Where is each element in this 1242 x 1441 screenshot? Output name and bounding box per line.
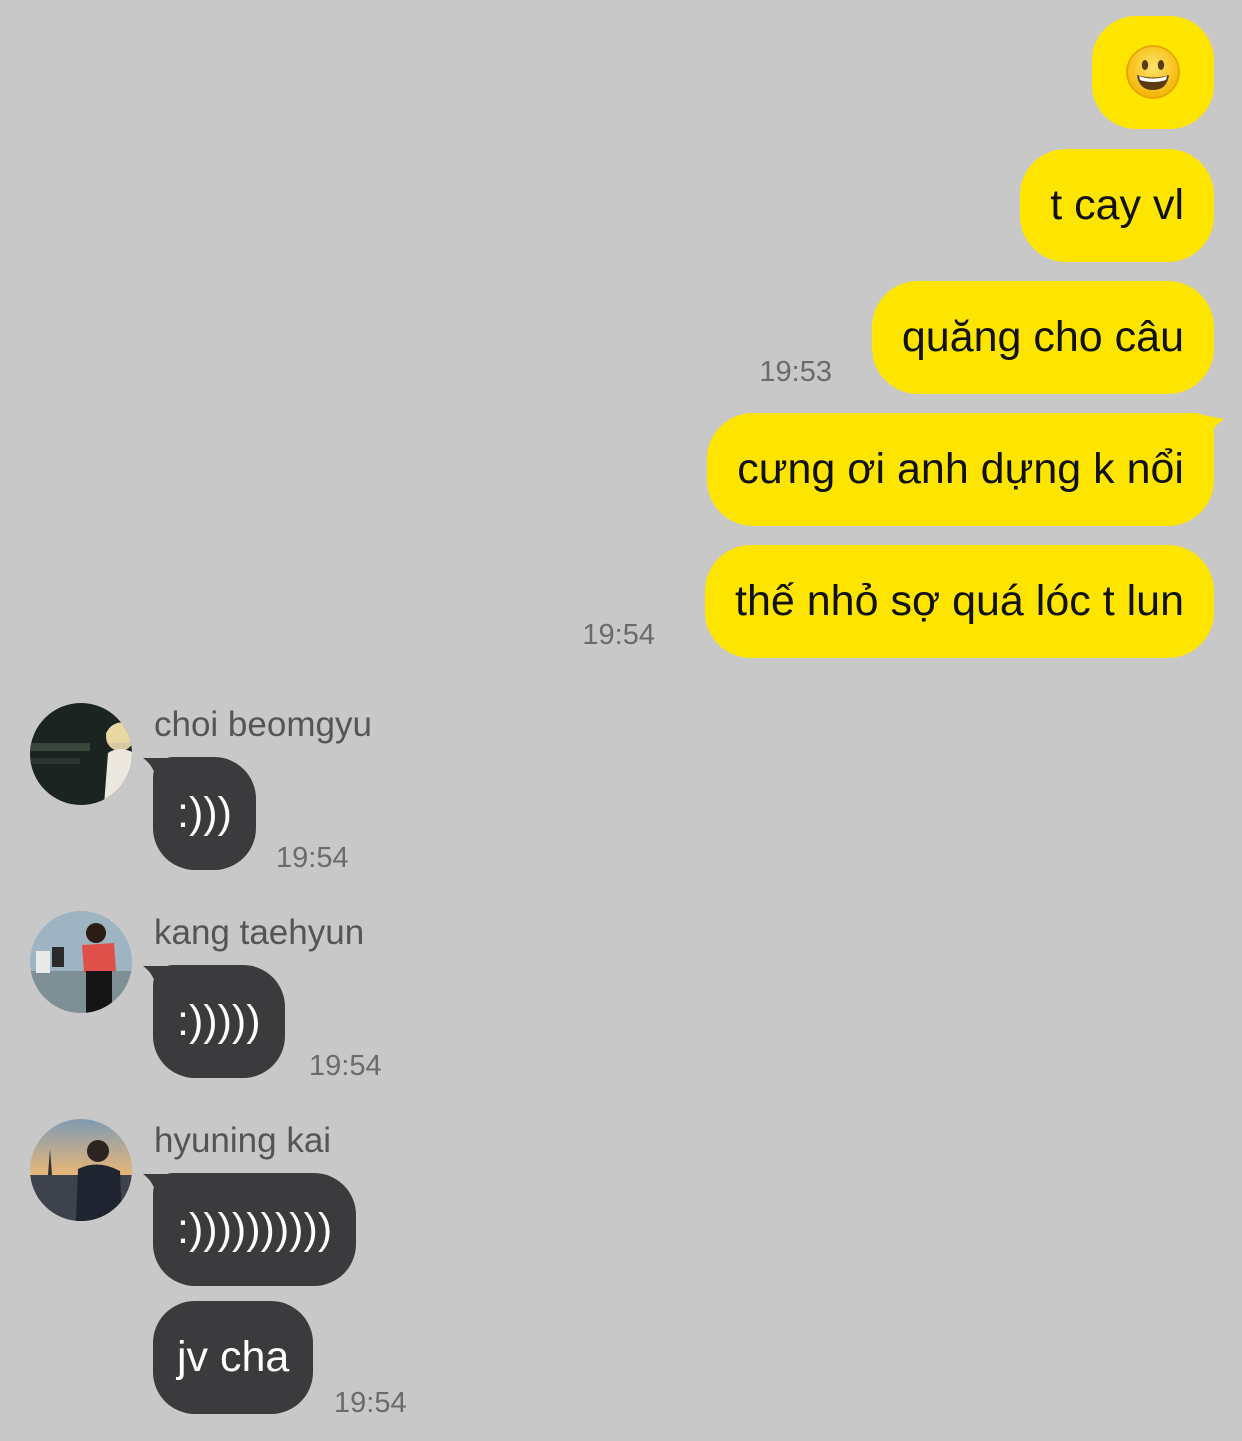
avatar[interactable] xyxy=(30,1119,132,1221)
sender-name: kang taehyun xyxy=(154,913,365,952)
outgoing-message[interactable]: t cay vl xyxy=(1020,149,1214,262)
sender-name: hyuning kai xyxy=(154,1121,332,1160)
incoming-message[interactable]: jv cha xyxy=(153,1301,314,1414)
profile-photo-icon xyxy=(30,911,132,1013)
grinning-emoji-icon xyxy=(1126,45,1180,99)
message-timestamp: 19:54 xyxy=(582,619,655,651)
outgoing-message[interactable]: quăng cho câu xyxy=(871,281,1214,394)
message-text: :))) xyxy=(177,789,232,837)
message-text: thế nhỏ sợ quá lóc t lun xyxy=(735,577,1184,625)
incoming-message[interactable]: :))) xyxy=(153,757,256,870)
incoming-message[interactable]: :)))))))))) xyxy=(153,1173,357,1286)
bubble-tail-icon xyxy=(1192,413,1224,443)
message-timestamp: 19:53 xyxy=(759,356,832,388)
message-text: :)))))))))) xyxy=(177,1205,333,1253)
sender-name: choi beomgyu xyxy=(154,705,372,744)
avatar[interactable] xyxy=(30,911,132,1013)
message-text: quăng cho câu xyxy=(901,313,1184,361)
profile-photo-icon xyxy=(30,703,132,805)
message-text: :))))) xyxy=(177,997,261,1045)
outgoing-message[interactable]: thế nhỏ sợ quá lóc t lun xyxy=(705,545,1214,658)
message-text: cưng ơi anh dựng k nổi xyxy=(737,445,1184,493)
outgoing-message[interactable]: cưng ơi anh dựng k nổi xyxy=(707,413,1214,526)
message-text: t cay vl xyxy=(1050,181,1184,229)
message-text: jv cha xyxy=(177,1333,290,1381)
incoming-message[interactable]: :))))) xyxy=(153,965,285,1078)
message-timestamp: 19:54 xyxy=(309,1050,382,1082)
outgoing-message[interactable]: 😀 xyxy=(1092,16,1214,129)
message-timestamp: 19:54 xyxy=(334,1387,407,1419)
profile-photo-icon xyxy=(30,1119,132,1221)
message-timestamp: 19:54 xyxy=(276,842,349,874)
avatar[interactable] xyxy=(30,703,132,805)
